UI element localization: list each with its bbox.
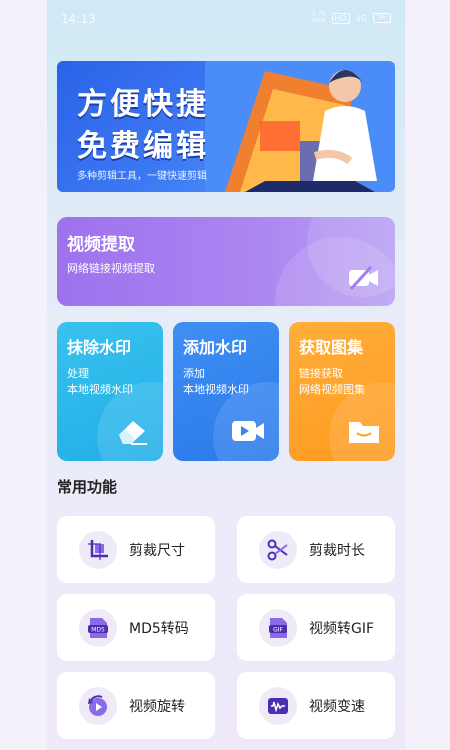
tile-title: 抹除水印 bbox=[67, 338, 132, 357]
remove-watermark-tile[interactable]: 抹除水印 处理 本地视频水印 bbox=[57, 322, 163, 461]
tile-desc-line1: 处理 bbox=[67, 367, 89, 380]
app-screen: 14:13 5.70 KB/s HD 4G 96 方便快捷 免费编辑 多种剪辑工具… bbox=[47, 0, 405, 750]
function-label: 视频转GIF bbox=[309, 620, 375, 637]
video-extract-card[interactable]: 视频提取 网络链接视频提取 bbox=[57, 217, 395, 306]
eraser-icon bbox=[119, 421, 147, 445]
folder-icon bbox=[349, 422, 379, 443]
svg-text:MD5: MD5 bbox=[91, 626, 105, 633]
icon-circle bbox=[79, 686, 117, 725]
banner-title-line1: 方便快捷 bbox=[77, 87, 209, 122]
svg-text:GIF: GIF bbox=[273, 626, 283, 633]
tile-title: 添加水印 bbox=[183, 338, 248, 357]
tile-desc: 链接获取 网络视频图集 bbox=[299, 366, 365, 398]
promo-banner[interactable]: 方便快捷 免费编辑 多种剪辑工具，一键快速剪辑 bbox=[57, 61, 395, 192]
common-functions-title: 常用功能 bbox=[57, 478, 118, 496]
video-speed-button[interactable]: 视频变速 bbox=[237, 672, 395, 739]
scissors-icon bbox=[267, 539, 288, 560]
video-camera-icon bbox=[232, 421, 264, 441]
network-speed: 5.70 KB/s bbox=[312, 11, 326, 24]
tile-desc: 处理 本地视频水印 bbox=[67, 366, 133, 398]
video-extract-desc: 网络链接视频提取 bbox=[67, 262, 155, 275]
tile-title: 获取图集 bbox=[299, 338, 364, 357]
get-gallery-tile[interactable]: 获取图集 链接获取 网络视频图集 bbox=[289, 322, 395, 461]
tile-desc-line2: 本地视频水印 bbox=[183, 383, 249, 396]
function-label: 剪裁时长 bbox=[309, 542, 365, 559]
crop-size-button[interactable]: 剪裁尺寸 bbox=[57, 516, 215, 583]
status-bar: 14:13 5.70 KB/s HD 4G 96 bbox=[47, 0, 405, 38]
icon-circle bbox=[79, 530, 117, 569]
add-watermark-tile[interactable]: 添加水印 添加 本地视频水印 bbox=[173, 322, 279, 461]
banner-illustration bbox=[205, 61, 395, 192]
icon-circle bbox=[259, 530, 297, 569]
trim-duration-button[interactable]: 剪裁时长 bbox=[237, 516, 395, 583]
video-extract-title: 视频提取 bbox=[67, 235, 135, 255]
video-to-gif-button[interactable]: GIF 视频转GIF bbox=[237, 594, 395, 661]
tile-desc: 添加 本地视频水印 bbox=[183, 366, 249, 398]
md5-transcode-button[interactable]: MD5 MD5转码 bbox=[57, 594, 215, 661]
signal-indicator: 4G bbox=[355, 13, 367, 23]
banner-subtitle: 多种剪辑工具，一键快速剪辑 bbox=[77, 171, 207, 182]
function-label: 视频变速 bbox=[309, 698, 365, 715]
crop-icon bbox=[88, 539, 108, 560]
tile-desc-line2: 网络视频图集 bbox=[299, 383, 365, 396]
banner-title-line2: 免费编辑 bbox=[77, 129, 209, 164]
function-label: 视频旋转 bbox=[129, 698, 185, 715]
icon-circle: MD5 bbox=[79, 608, 117, 647]
gif-file-icon: GIF bbox=[269, 617, 287, 638]
function-label: MD5转码 bbox=[129, 620, 189, 637]
status-time: 14:13 bbox=[61, 12, 96, 26]
waveform-icon bbox=[268, 697, 288, 714]
icon-circle: GIF bbox=[259, 608, 297, 647]
tile-desc-line1: 链接获取 bbox=[299, 367, 343, 380]
rotate-play-icon bbox=[88, 694, 107, 716]
video-rotate-button[interactable]: 视频旋转 bbox=[57, 672, 215, 739]
hd-badge: HD bbox=[331, 12, 350, 24]
tile-desc-line1: 添加 bbox=[183, 367, 205, 380]
function-label: 剪裁尺寸 bbox=[129, 542, 185, 559]
icon-circle bbox=[259, 686, 297, 725]
md5-file-icon: MD5 bbox=[88, 617, 108, 638]
tile-desc-line2: 本地视频水印 bbox=[67, 383, 133, 396]
battery-icon: 96 bbox=[373, 13, 391, 23]
video-off-icon bbox=[349, 265, 378, 291]
status-icons: 5.70 KB/s HD 4G 96 bbox=[312, 12, 391, 24]
